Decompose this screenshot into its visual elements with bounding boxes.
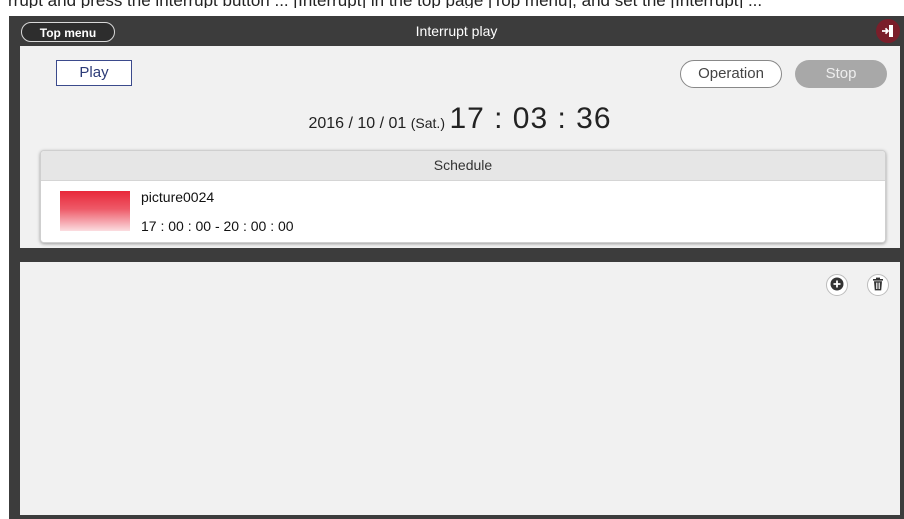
top-menu-button[interactable]: Top menu xyxy=(21,22,115,42)
logout-icon xyxy=(882,25,893,37)
logout-button[interactable] xyxy=(876,19,900,43)
current-datetime: 2016 / 10 / 01 (Sat.) 17 : 03 : 36 xyxy=(20,102,900,136)
plus-circle-icon xyxy=(830,277,844,291)
stop-button[interactable]: Stop xyxy=(795,60,887,88)
current-weekday: (Sat.) xyxy=(410,115,445,131)
current-date: 2016 / 10 / 01 xyxy=(308,115,407,132)
schedule-item[interactable]: picture0024 17 : 00 : 00 - 20 : 00 : 00 xyxy=(41,181,885,242)
app-window: Interrupt play Top menu Play Operation S… xyxy=(9,16,904,519)
schedule-card: Schedule picture0024 17 : 00 : 00 - 20 :… xyxy=(40,150,886,243)
play-control-panel: Play Operation Stop 2016 / 10 / 01 (Sat.… xyxy=(20,46,900,248)
cropped-page-text: rrupt and press the interrupt button ...… xyxy=(0,0,904,8)
play-button[interactable]: Play xyxy=(56,60,132,86)
title-bar: Interrupt play Top menu xyxy=(9,16,904,46)
current-time: 17 : 03 : 36 xyxy=(449,102,612,135)
page-title: Interrupt play xyxy=(415,23,498,39)
operation-button[interactable]: Operation xyxy=(680,60,782,88)
delete-button[interactable] xyxy=(867,274,889,296)
content-name: picture0024 xyxy=(141,189,215,205)
content-time-range: 17 : 00 : 00 - 20 : 00 : 00 xyxy=(141,218,294,234)
add-button[interactable] xyxy=(826,274,848,296)
interrupt-list-panel xyxy=(20,262,900,515)
schedule-header: Schedule xyxy=(41,151,885,181)
trash-icon xyxy=(873,277,883,291)
content-thumbnail xyxy=(60,191,130,231)
